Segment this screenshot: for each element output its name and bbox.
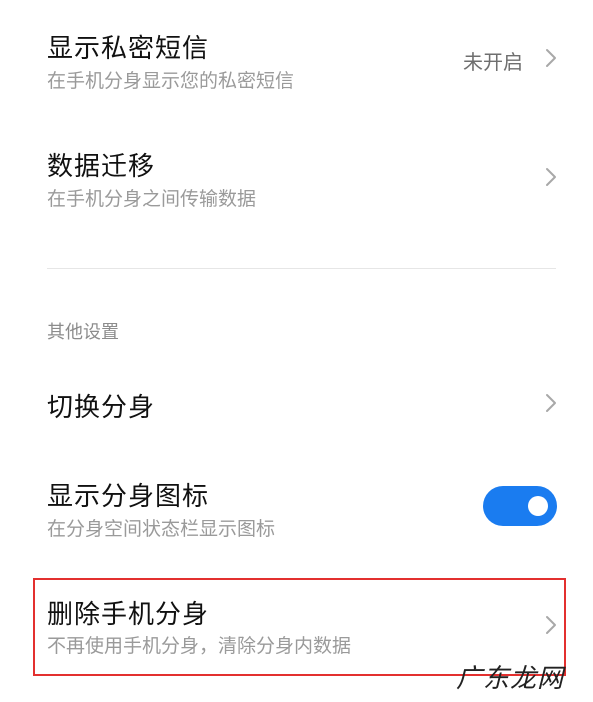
chevron-right-icon	[546, 394, 556, 412]
private-sms-status: 未开启	[463, 50, 523, 74]
chevron-right-icon	[546, 168, 556, 186]
watermark-text: 广东龙网	[456, 664, 565, 694]
private-sms-row[interactable]: 显示私密短信 在手机分身显示您的私密短信 未开启	[0, 0, 593, 120]
toggle-knob	[528, 496, 548, 516]
show-profile-icon-toggle[interactable]	[483, 486, 557, 526]
switch-profile-title: 切换分身	[47, 393, 156, 423]
section-header-other-settings: 其他设置	[47, 322, 119, 343]
section-divider	[47, 268, 556, 269]
show-profile-icon-subtitle: 在分身空间状态栏显示图标	[47, 518, 276, 540]
switch-profile-row[interactable]: 切换分身	[0, 360, 593, 450]
private-sms-subtitle: 在手机分身显示您的私密短信	[47, 70, 295, 92]
data-migration-subtitle: 在手机分身之间传输数据	[47, 188, 257, 210]
chevron-right-icon	[546, 49, 556, 67]
data-migration-row[interactable]: 数据迁移 在手机分身之间传输数据	[0, 130, 593, 240]
settings-page: 显示私密短信 在手机分身显示您的私密短信 未开启 数据迁移 在手机分身之间传输数…	[0, 0, 593, 702]
data-migration-title: 数据迁移	[47, 152, 156, 182]
show-profile-icon-title: 显示分身图标	[47, 482, 210, 512]
private-sms-title: 显示私密短信	[47, 34, 210, 64]
